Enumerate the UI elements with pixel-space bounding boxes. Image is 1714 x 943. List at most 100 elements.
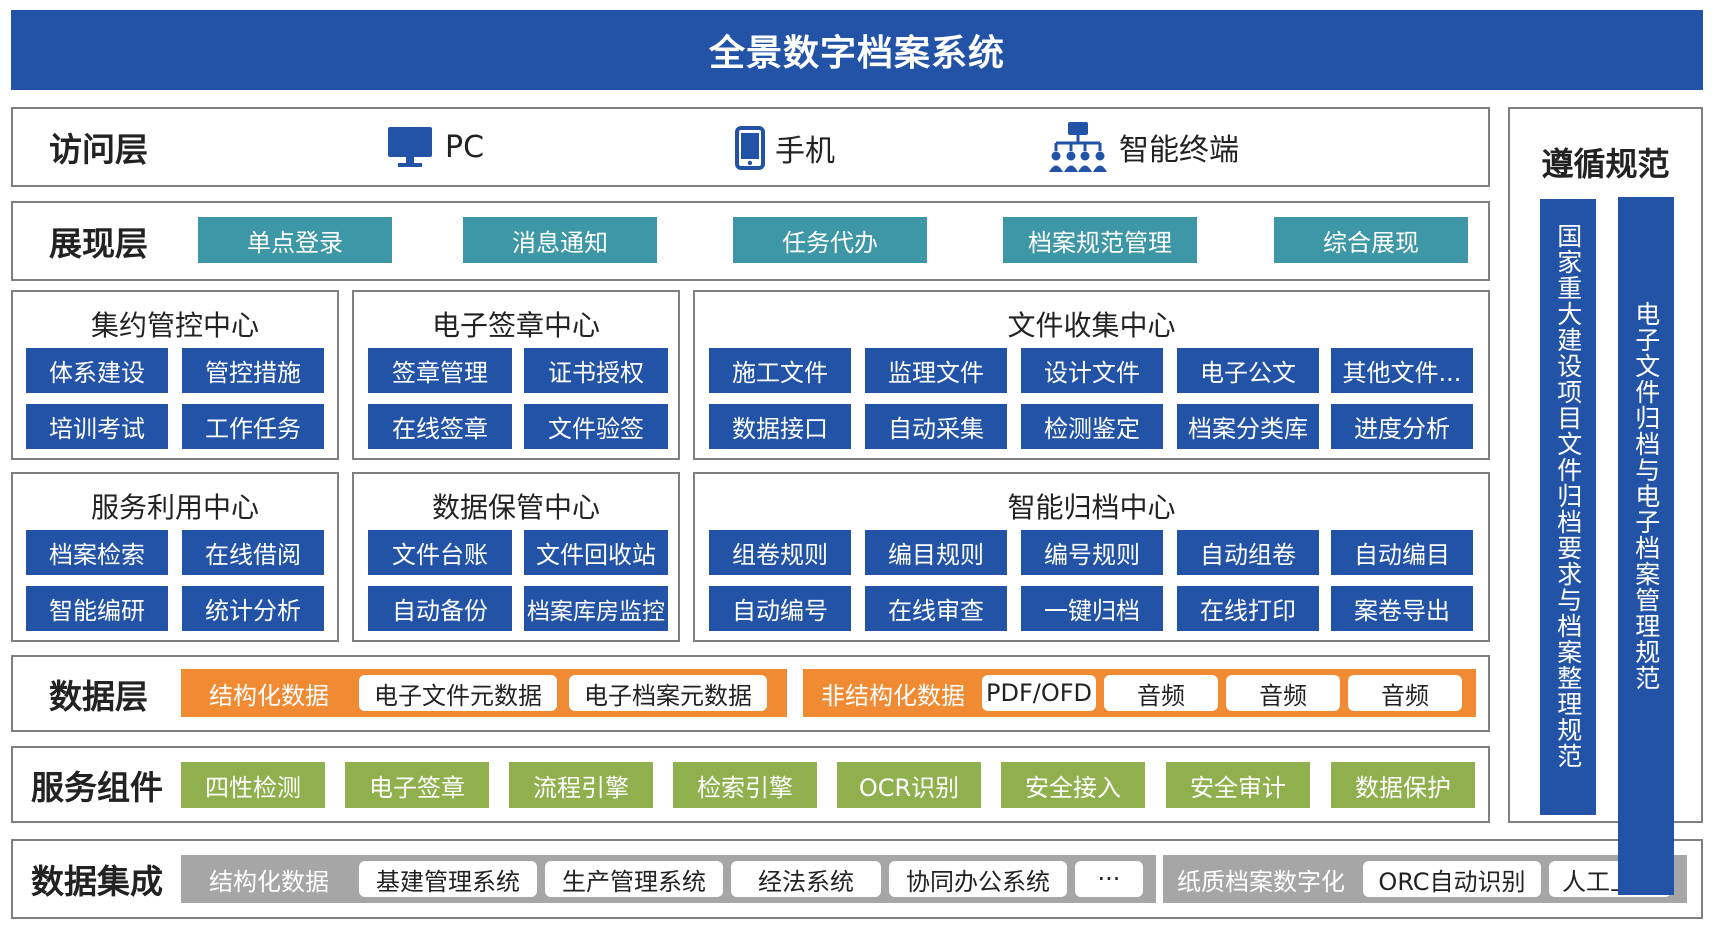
display-layer-label: 展现层 (49, 224, 148, 263)
integration-item[interactable]: 协同办公系统 (889, 861, 1067, 897)
center-service-utilization-item[interactable]: 智能编研 (26, 586, 168, 631)
center-e-signature-title: 电子签章中心 (431, 309, 600, 342)
data-item-e-archive-metadata[interactable]: 电子档案元数据 (569, 675, 767, 711)
center-file-collection-item[interactable]: 电子公文 (1177, 348, 1319, 393)
data-integration-label: 数据集成 (31, 862, 163, 901)
compliance-standard-1[interactable]: 国家重大建设项目文件归档要求与档案整理规范 (1540, 199, 1596, 815)
access-item-phone-label: 手机 (775, 134, 835, 169)
center-file-collection-item[interactable]: 设计文件 (1021, 348, 1163, 393)
center-data-custody-item[interactable]: 档案库房监控 (524, 586, 668, 631)
center-control-item[interactable]: 管控措施 (182, 348, 324, 393)
display-layer: 展现层 单点登录 消息通知 任务代办 档案规范管理 综合展现 (11, 201, 1490, 281)
display-item-notifications[interactable]: 消息通知 (463, 217, 657, 263)
page-title: 全景数字档案系统 (11, 10, 1703, 90)
service-components-label: 服务组件 (31, 767, 163, 807)
center-service-utilization-title: 服务利用中心 (90, 491, 259, 524)
integration-item-more[interactable]: ··· (1075, 861, 1143, 897)
data-item-e-file-metadata[interactable]: 电子文件元数据 (359, 675, 557, 711)
data-layer-label: 数据层 (49, 676, 148, 716)
center-smart-archiving-title: 智能归档中心 (1007, 491, 1176, 524)
access-item-smart-terminal[interactable]: 智能终端 (1047, 121, 1239, 173)
center-smart-archiving-item[interactable]: 编号规则 (1021, 530, 1163, 575)
integration-paper-bar: 纸质档案数字化 ORC自动识别 人工上传 (1163, 855, 1687, 903)
center-control-item[interactable]: 体系建设 (26, 348, 168, 393)
integration-item-ocr[interactable]: ORC自动识别 (1363, 861, 1541, 897)
center-file-collection-item[interactable]: 档案分类库 (1177, 404, 1319, 449)
center-data-custody-item[interactable]: 文件台账 (368, 530, 512, 575)
compliance-panel: 遵循规范 国家重大建设项目文件归档要求与档案整理规范 电子文件归档与电子档案管理… (1508, 107, 1703, 895)
network-icon (1049, 122, 1107, 172)
service-item[interactable]: 数据保护 (1331, 762, 1475, 808)
center-file-collection-item[interactable]: 施工文件 (709, 348, 851, 393)
access-item-pc-label: PC (445, 129, 485, 165)
center-file-collection-item[interactable]: 其他文件... (1331, 348, 1473, 393)
display-item-overview[interactable]: 综合展现 (1274, 217, 1468, 263)
access-item-smart-terminal-label: 智能终端 (1119, 133, 1239, 168)
center-smart-archiving-item[interactable]: 在线打印 (1177, 586, 1319, 631)
service-item[interactable]: 四性检测 (181, 762, 325, 808)
center-file-collection-item[interactable]: 进度分析 (1331, 404, 1473, 449)
access-layer: 访问层 PC 手机 智能终端 (11, 107, 1490, 187)
data-integration-layer: 数据集成 结构化数据 基建管理系统 生产管理系统 经法系统 协同办公系统 ···… (11, 839, 1703, 919)
integration-item[interactable]: 生产管理系统 (545, 861, 723, 897)
center-control-item[interactable]: 培训考试 (26, 404, 168, 449)
center-smart-archiving-item[interactable]: 案卷导出 (1331, 586, 1473, 631)
compliance-standard-2-label: 电子文件归档与电子档案管理规范 (1631, 301, 1661, 691)
unstructured-data-label: 非结构化数据 (821, 681, 965, 710)
center-e-signature-item[interactable]: 在线签章 (368, 404, 512, 449)
service-item[interactable]: 检索引擎 (673, 762, 817, 808)
center-smart-archiving-item[interactable]: 自动编目 (1331, 530, 1473, 575)
center-e-signature-item[interactable]: 证书授权 (524, 348, 668, 393)
data-item-audio[interactable]: 音频 (1104, 675, 1218, 711)
center-service-utilization-item[interactable]: 档案检索 (26, 530, 168, 575)
center-data-custody: 数据保管中心 文件台账 文件回收站 自动备份 档案库房监控 (352, 472, 680, 642)
service-item[interactable]: 安全审计 (1166, 762, 1310, 808)
service-item[interactable]: 流程引擎 (509, 762, 653, 808)
center-data-custody-item[interactable]: 自动备份 (368, 586, 512, 631)
integration-structured-label: 结构化数据 (209, 867, 329, 896)
service-components-layer: 服务组件 四性检测 电子签章 流程引擎 检索引擎 OCR识别 安全接入 安全审计… (11, 746, 1490, 823)
center-e-signature-item[interactable]: 文件验签 (524, 404, 668, 449)
monitor-icon (388, 127, 432, 167)
display-item-tasks[interactable]: 任务代办 (733, 217, 927, 263)
center-service-utilization: 服务利用中心 档案检索 在线借阅 智能编研 统计分析 (11, 472, 339, 642)
integration-item[interactable]: 基建管理系统 (359, 861, 537, 897)
center-e-signature-item[interactable]: 签章管理 (368, 348, 512, 393)
data-item-pdf-ofd[interactable]: PDF/OFD (982, 675, 1096, 711)
data-layer: 数据层 结构化数据 电子文件元数据 电子档案元数据 非结构化数据 PDF/OFD… (11, 655, 1490, 732)
integration-item[interactable]: 经法系统 (731, 861, 881, 897)
center-data-custody-item[interactable]: 文件回收站 (524, 530, 668, 575)
center-service-utilization-item[interactable]: 在线借阅 (182, 530, 324, 575)
display-item-archive-standards[interactable]: 档案规范管理 (1003, 217, 1197, 263)
center-file-collection-item[interactable]: 数据接口 (709, 404, 851, 449)
center-smart-archiving-item[interactable]: 自动编号 (709, 586, 851, 631)
integration-paper-label: 纸质档案数字化 (1177, 867, 1345, 896)
center-file-collection-item[interactable]: 自动采集 (865, 404, 1007, 449)
center-smart-archiving-item[interactable]: 自动组卷 (1177, 530, 1319, 575)
data-item-audio[interactable]: 音频 (1226, 675, 1340, 711)
service-item[interactable]: OCR识别 (837, 762, 981, 808)
center-service-utilization-item[interactable]: 统计分析 (182, 586, 324, 631)
center-smart-archiving-item[interactable]: 在线审查 (865, 586, 1007, 631)
access-item-pc[interactable]: PC (387, 125, 484, 169)
compliance-title: 遵循规范 (1541, 145, 1670, 183)
service-item[interactable]: 电子签章 (345, 762, 489, 808)
center-e-signature: 电子签章中心 签章管理 证书授权 在线签章 文件验签 (352, 290, 680, 460)
center-smart-archiving-item[interactable]: 组卷规则 (709, 530, 851, 575)
compliance-standard-2[interactable]: 电子文件归档与电子档案管理规范 (1618, 197, 1674, 895)
access-item-phone[interactable]: 手机 (735, 125, 835, 171)
integration-structured-bar: 结构化数据 基建管理系统 生产管理系统 经法系统 协同办公系统 ··· (181, 855, 1156, 903)
center-file-collection: 文件收集中心 施工文件 监理文件 设计文件 电子公文 其他文件... 数据接口 … (693, 290, 1490, 460)
center-file-collection-item[interactable]: 监理文件 (865, 348, 1007, 393)
data-item-audio[interactable]: 音频 (1348, 675, 1462, 711)
center-control-item[interactable]: 工作任务 (182, 404, 324, 449)
center-data-custody-title: 数据保管中心 (431, 491, 600, 524)
unstructured-data-bar: 非结构化数据 PDF/OFD 音频 音频 音频 (803, 669, 1476, 717)
structured-data-bar: 结构化数据 电子文件元数据 电子档案元数据 (181, 669, 787, 717)
service-item[interactable]: 安全接入 (1001, 762, 1145, 808)
display-item-sso[interactable]: 单点登录 (198, 217, 392, 263)
center-control: 集约管控中心 体系建设 管控措施 培训考试 工作任务 (11, 290, 339, 460)
center-smart-archiving-item[interactable]: 一键归档 (1021, 586, 1163, 631)
center-smart-archiving-item[interactable]: 编目规则 (865, 530, 1007, 575)
center-file-collection-item[interactable]: 检测鉴定 (1021, 404, 1163, 449)
